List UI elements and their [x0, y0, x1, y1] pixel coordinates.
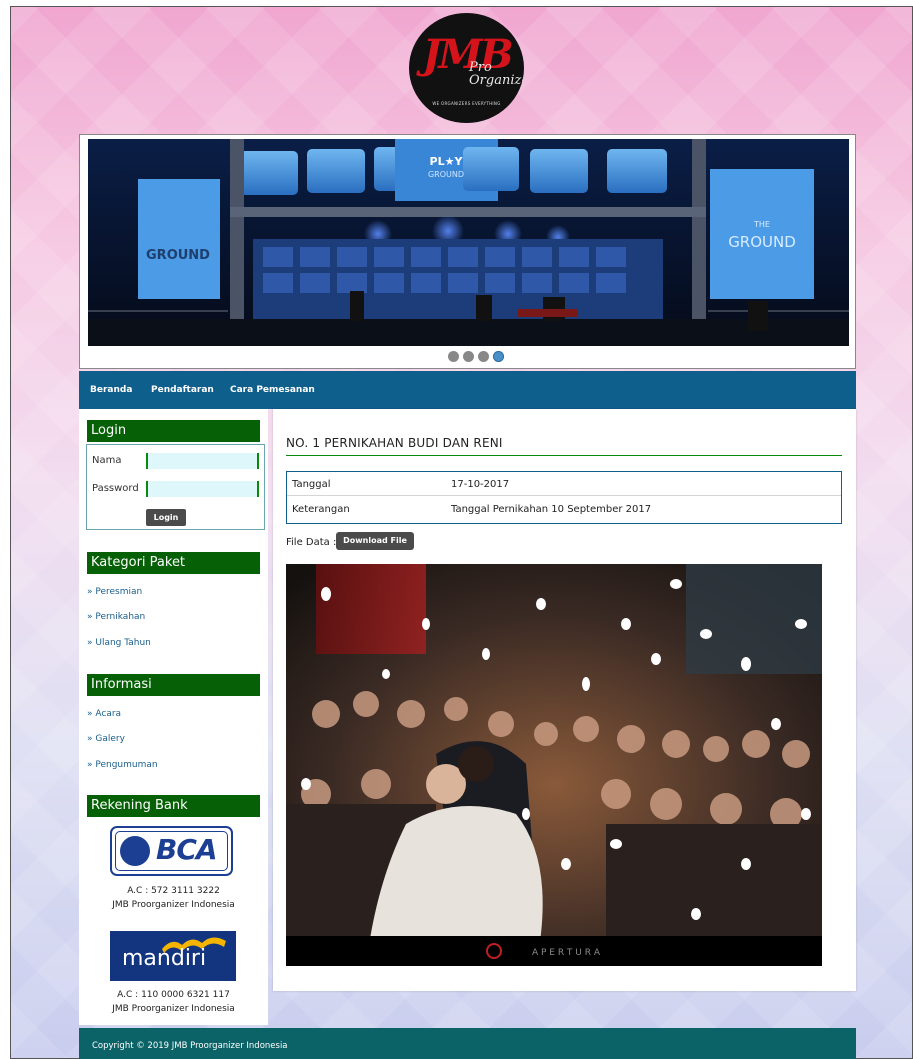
login-panel-title: Login	[87, 420, 260, 442]
informasi-panel-title: Informasi	[87, 674, 260, 696]
name-label: Nama	[92, 455, 122, 466]
title-divider	[286, 455, 842, 456]
informasi-link-pengumuman[interactable]: » Pengumuman	[87, 760, 158, 770]
site-logo[interactable]: JMB ProOrganizer WE ORGANIZERS EVERYTHIN…	[409, 13, 524, 123]
password-label: Password	[92, 483, 139, 494]
concert-stage-illustration: PL★Y GROUND GROUND GROUND THE	[88, 139, 849, 346]
banner-image: PL★Y GROUND GROUND GROUND THE	[88, 139, 849, 346]
kategori-link-peresmian[interactable]: » Peresmian	[87, 587, 142, 597]
row-key: Tanggal	[292, 479, 331, 490]
bca-holder: JMB Proorganizer Indonesia	[112, 900, 235, 910]
mandiri-logo-text: mandiri	[122, 946, 207, 971]
nav-beranda[interactable]: Beranda	[90, 385, 132, 395]
mandiri-logo: mandiri	[110, 931, 236, 981]
bca-account: A.C : 572 3111 3222	[127, 886, 220, 896]
logo-suffix: ProOrganizer	[469, 60, 524, 88]
kategori-panel-title: Kategori Paket	[87, 552, 260, 574]
logo-tagline: WE ORGANIZERS EVERYTHING	[432, 101, 501, 106]
banner-slider: PL★Y GROUND GROUND GROUND THE	[79, 134, 856, 369]
rekening-panel-title: Rekening Bank	[87, 795, 260, 817]
slider-dot-4[interactable]	[493, 351, 504, 362]
nav-pendaftaran[interactable]: Pendaftaran	[151, 385, 214, 395]
slider-dot-3[interactable]	[478, 351, 489, 362]
login-button[interactable]: Login	[146, 509, 186, 526]
mandiri-account: A.C : 110 0000 6321 117	[117, 990, 230, 1000]
main-navbar: Beranda Pendaftaran Cara Pemesanan	[79, 371, 856, 409]
password-field[interactable]	[146, 481, 259, 497]
kategori-link-ulang-tahun[interactable]: » Ulang Tahun	[87, 638, 151, 648]
svg-text:GROUND: GROUND	[428, 170, 464, 179]
sidebar: Login Nama Password Login Kategori Paket…	[79, 409, 268, 1025]
slider-dot-1[interactable]	[448, 351, 459, 362]
event-photo: A P E R T U R A	[286, 564, 822, 966]
table-row: Tanggal 17-10-2017	[287, 473, 841, 496]
table-row: Keterangan Tanggal Pernikahan 10 Septemb…	[287, 498, 841, 520]
informasi-link-galery[interactable]: » Galery	[87, 734, 125, 744]
slider-dots	[448, 351, 508, 363]
row-value: 17-10-2017	[451, 479, 510, 490]
bca-logo-text: BCA	[156, 833, 218, 866]
row-key: Keterangan	[292, 504, 350, 515]
name-field[interactable]	[146, 453, 259, 469]
svg-text:PL★Y: PL★Y	[430, 155, 464, 168]
photo-watermark: A P E R T U R A	[532, 948, 601, 958]
kategori-link-pernikahan[interactable]: » Pernikahan	[87, 612, 145, 622]
wedding-photo-illustration: A P E R T U R A	[286, 564, 822, 966]
bca-emblem-icon	[120, 836, 150, 866]
nav-cara-pemesanan[interactable]: Cara Pemesanan	[230, 385, 315, 395]
detail-table: Tanggal 17-10-2017 Keterangan Tanggal Pe…	[286, 471, 842, 524]
bca-logo: BCA	[110, 826, 233, 876]
content-panel: NO. 1 PERNIKAHAN BUDI DAN RENI Tanggal 1…	[273, 409, 856, 991]
footer: Copyright © 2019 JMB Proorganizer Indone…	[79, 1028, 856, 1059]
file-data-label: File Data :	[286, 537, 337, 548]
slider-dot-2[interactable]	[463, 351, 474, 362]
page-title: NO. 1 PERNIKAHAN BUDI DAN RENI	[286, 436, 503, 450]
informasi-link-acara[interactable]: » Acara	[87, 709, 121, 719]
svg-text:GROUND: GROUND	[146, 248, 210, 263]
mandiri-holder: JMB Proorganizer Indonesia	[112, 1004, 235, 1014]
svg-text:THE: THE	[753, 220, 770, 229]
footer-copyright: Copyright © 2019 JMB Proorganizer Indone…	[92, 1041, 288, 1051]
download-file-button[interactable]: Download File	[336, 532, 414, 550]
row-value: Tanggal Pernikahan 10 September 2017	[451, 504, 652, 515]
svg-text:GROUND: GROUND	[728, 233, 796, 251]
